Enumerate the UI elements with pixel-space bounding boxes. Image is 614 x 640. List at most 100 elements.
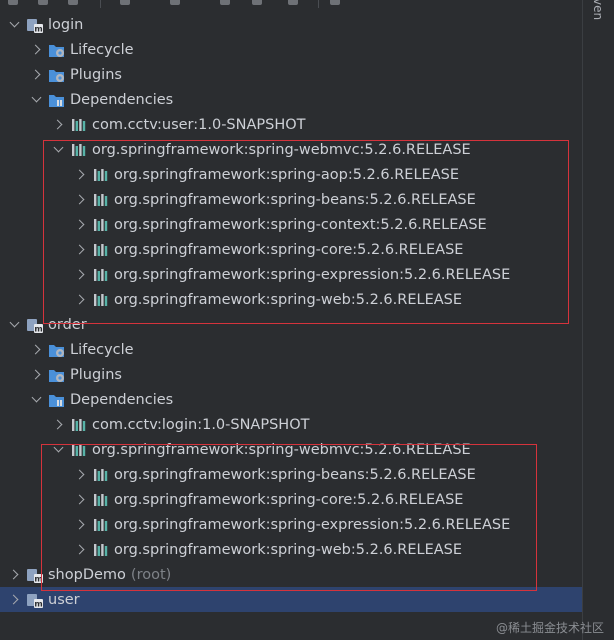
library-icon — [92, 191, 110, 209]
chevron-down-icon[interactable] — [52, 143, 66, 157]
chevron-right-icon[interactable] — [74, 193, 88, 207]
chevron-right-icon[interactable] — [30, 68, 44, 82]
expand-icon[interactable] — [330, 0, 340, 5]
plugins-icon — [48, 66, 66, 84]
tree-row-label: org.springframework:spring-web:5.2.6.REL… — [114, 541, 463, 558]
tree-row-label: org.springframework:spring-beans:5.2.6.R… — [114, 466, 476, 483]
tree-row[interactable]: org.springframework:spring-expression:5.… — [0, 512, 582, 537]
tree-row[interactable]: Dependencies — [0, 87, 582, 112]
library-icon — [92, 241, 110, 259]
tree-row[interactable]: org.springframework:spring-web:5.2.6.REL… — [0, 287, 582, 312]
maven-tab-label[interactable]: ven — [591, 0, 605, 20]
tree-row[interactable]: org.springframework:spring-core:5.2.6.RE… — [0, 237, 582, 262]
chevron-right-icon[interactable] — [74, 293, 88, 307]
tree-row[interactable]: org.springframework:spring-web:5.2.6.REL… — [0, 537, 582, 562]
settings-icon[interactable] — [252, 0, 262, 5]
tree-row[interactable]: Lifecycle — [0, 337, 582, 362]
tree-row-label: login — [48, 16, 84, 33]
toggle-offline-icon[interactable] — [220, 0, 230, 5]
refresh-icon[interactable] — [8, 0, 18, 5]
chevron-right-icon[interactable] — [30, 43, 44, 57]
tree-row[interactable]: org.springframework:spring-beans:5.2.6.R… — [0, 462, 582, 487]
tree-row[interactable]: Dependencies — [0, 387, 582, 412]
tree-row-label: org.springframework:spring-core:5.2.6.RE… — [114, 241, 464, 258]
tree-row[interactable]: org.springframework:spring-webmvc:5.2.6.… — [0, 137, 582, 162]
download-icon[interactable] — [120, 0, 130, 5]
tree-row-label: shopDemo — [48, 566, 126, 583]
svg-text:m: m — [34, 24, 42, 33]
tree-row-suffix: (root) — [130, 566, 172, 583]
chevron-right-icon[interactable] — [74, 243, 88, 257]
tree-row[interactable]: m order — [0, 312, 582, 337]
add-icon[interactable] — [68, 0, 78, 5]
plugins-icon — [48, 366, 66, 384]
tree-row-label: com.cctv:login:1.0-SNAPSHOT — [92, 416, 310, 433]
chevron-down-icon[interactable] — [8, 318, 22, 332]
run-icon[interactable] — [170, 0, 180, 5]
chevron-down-icon[interactable] — [8, 18, 22, 32]
tree-row-label: Dependencies — [70, 91, 174, 108]
chevron-right-icon[interactable] — [74, 218, 88, 232]
tree-row[interactable]: Plugins — [0, 362, 582, 387]
library-icon — [92, 166, 110, 184]
tree-row[interactable]: org.springframework:spring-webmvc:5.2.6.… — [0, 437, 582, 462]
reimport-icon[interactable] — [38, 0, 48, 5]
chevron-right-icon[interactable] — [74, 493, 88, 507]
library-icon — [70, 441, 88, 459]
chevron-right-icon[interactable] — [74, 468, 88, 482]
tree-row[interactable]: Plugins — [0, 62, 582, 87]
chevron-right-icon[interactable] — [74, 168, 88, 182]
library-icon — [70, 116, 88, 134]
tree-row-label: org.springframework:spring-core:5.2.6.RE… — [114, 491, 464, 508]
tree-row[interactable]: org.springframework:spring-beans:5.2.6.R… — [0, 187, 582, 212]
side-tool-window-strip: ven — [582, 0, 614, 640]
library-icon — [92, 516, 110, 534]
tree-row[interactable]: com.cctv:login:1.0-SNAPSHOT — [0, 412, 582, 437]
tree-row-label: user — [48, 591, 80, 608]
tree-row[interactable]: org.springframework:spring-expression:5.… — [0, 262, 582, 287]
library-icon — [70, 416, 88, 434]
chevron-down-icon[interactable] — [30, 393, 44, 407]
chevron-right-icon[interactable] — [52, 118, 66, 132]
collapse-icon[interactable] — [288, 0, 298, 5]
watermark: @稀土掘金技术社区 — [495, 621, 604, 635]
chevron-right-icon[interactable] — [52, 418, 66, 432]
chevron-right-icon[interactable] — [30, 368, 44, 382]
tree-row[interactable]: org.springframework:spring-core:5.2.6.RE… — [0, 487, 582, 512]
chevron-right-icon[interactable] — [74, 543, 88, 557]
toolbar-separator — [318, 0, 319, 8]
library-icon — [92, 541, 110, 559]
tree-row-label: org.springframework:spring-context:5.2.6… — [114, 216, 487, 233]
tree-row[interactable]: m shopDemo (root) — [0, 562, 582, 587]
tree-row[interactable]: org.springframework:spring-context:5.2.6… — [0, 212, 582, 237]
chevron-down-icon[interactable] — [52, 443, 66, 457]
tree-row[interactable]: com.cctv:user:1.0-SNAPSHOT — [0, 112, 582, 137]
dependencies-icon — [48, 91, 66, 109]
library-icon — [92, 266, 110, 284]
tree-row[interactable]: org.springframework:spring-aop:5.2.6.REL… — [0, 162, 582, 187]
tree-row[interactable]: m login — [0, 12, 582, 37]
tree-row-label: org.springframework:spring-expression:5.… — [114, 516, 511, 533]
lifecycle-icon — [48, 341, 66, 359]
chevron-right-icon[interactable] — [74, 518, 88, 532]
toolbar-separator — [100, 0, 101, 8]
library-icon — [92, 491, 110, 509]
chevron-right-icon[interactable] — [74, 268, 88, 282]
tree-row-label: Plugins — [70, 366, 122, 383]
tree-row-label: org.springframework:spring-expression:5.… — [114, 266, 511, 283]
chevron-right-icon[interactable] — [30, 343, 44, 357]
chevron-right-icon[interactable] — [8, 568, 22, 582]
tree-row-label: Lifecycle — [70, 41, 134, 58]
tree-row[interactable]: m user — [0, 587, 582, 612]
library-icon — [70, 141, 88, 159]
library-icon — [92, 466, 110, 484]
svg-text:m: m — [34, 599, 42, 608]
tree-row-label: Plugins — [70, 66, 122, 83]
maven-module-icon: m — [26, 566, 44, 584]
lifecycle-icon — [48, 41, 66, 59]
maven-module-icon: m — [26, 591, 44, 609]
chevron-down-icon[interactable] — [30, 93, 44, 107]
tree-row[interactable]: Lifecycle — [0, 37, 582, 62]
chevron-right-icon[interactable] — [8, 593, 22, 607]
svg-text:m: m — [34, 574, 42, 583]
